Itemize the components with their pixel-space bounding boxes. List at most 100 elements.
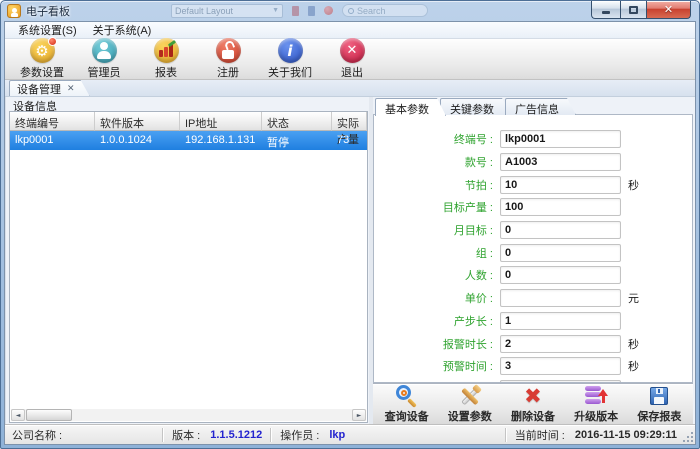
group-input[interactable] bbox=[500, 244, 621, 262]
ghost-layout-combo: Default Layout ▼ bbox=[171, 4, 283, 18]
device-info-panel: 设备信息 终端编号 软件版本 IP地址 状态 实际产量 lkp0001 1.0.… bbox=[5, 97, 369, 424]
status-separator bbox=[505, 428, 507, 442]
ghost-search-label: Search bbox=[357, 6, 386, 16]
tab-basic-params[interactable]: 基本参数 bbox=[375, 98, 446, 116]
minimize-icon bbox=[602, 11, 610, 14]
menu-bar: 系统设置(S) 关于系统(A) bbox=[5, 22, 695, 39]
search-icon bbox=[348, 8, 354, 14]
tab-ad-info[interactable]: 广告信息 bbox=[505, 98, 576, 115]
field-target-output: 目标产量 : bbox=[374, 196, 692, 219]
status-bar: 公司名称 : 版本 : 1.1.5.1212 操作员 : lkp 当前时间 : … bbox=[5, 424, 695, 444]
scrollbar-thumb[interactable] bbox=[26, 409, 72, 421]
ghost-layout-label: Default Layout bbox=[175, 5, 233, 17]
version-label: 版本 : bbox=[172, 427, 200, 443]
horizontal-scrollbar[interactable]: ◄ ► bbox=[11, 409, 366, 421]
table-row[interactable]: lkp0001 1.0.0.1024 192.168.1.131 暂停 73 bbox=[10, 131, 367, 150]
window-controls: ✕ bbox=[591, 1, 691, 19]
person-icon bbox=[92, 38, 117, 63]
toolbar: ⚙ 参数设置 管理员 报表 bbox=[5, 39, 695, 80]
monthly-target-input[interactable] bbox=[500, 221, 621, 239]
window-title: 电子看板 bbox=[26, 3, 70, 19]
warning-time-input[interactable] bbox=[500, 357, 621, 375]
menu-system-settings[interactable]: 系统设置(S) bbox=[11, 21, 84, 39]
toolbar-button-report[interactable]: 报表 bbox=[135, 40, 197, 79]
toolbar-button-param-settings[interactable]: ⚙ 参数设置 bbox=[11, 40, 73, 79]
col-status[interactable]: 状态 bbox=[262, 112, 332, 131]
menu-about-system[interactable]: 关于系统(A) bbox=[86, 21, 159, 39]
alarm-duration-input[interactable] bbox=[500, 335, 621, 353]
current-time-value: 2016-11-15 09:29:11 bbox=[575, 429, 677, 441]
exit-x-icon: ✕ bbox=[340, 38, 365, 63]
field-alarm-duration: 报警时长 : 秒 bbox=[374, 332, 692, 355]
col-software-version[interactable]: 软件版本 bbox=[95, 112, 180, 131]
unit-price-input[interactable] bbox=[500, 289, 621, 307]
field-people-count: 人数 : bbox=[374, 264, 692, 287]
upgrade-version-button[interactable]: 升级版本 bbox=[565, 385, 627, 423]
status-separator bbox=[270, 428, 272, 442]
ghost-search-box: Search bbox=[342, 4, 428, 17]
floppy-save-icon bbox=[647, 385, 671, 407]
bar-chart-icon bbox=[154, 38, 179, 63]
people-count-input[interactable] bbox=[500, 266, 621, 284]
gear-icon: ⚙ bbox=[30, 38, 55, 63]
table-header-row: 终端编号 软件版本 IP地址 状态 实际产量 bbox=[10, 112, 367, 131]
col-terminal-id[interactable]: 终端编号 bbox=[10, 112, 95, 131]
toolbar-button-register[interactable]: 注册 bbox=[197, 40, 259, 79]
tools-icon bbox=[458, 385, 482, 407]
delete-device-button[interactable]: ✖ 删除设备 bbox=[502, 385, 564, 423]
ghost-record-icon bbox=[324, 6, 333, 15]
tab-close-icon[interactable]: ✕ bbox=[67, 84, 75, 93]
action-bar: 查询设备 设置参数 ✖ 删除设备 bbox=[373, 383, 693, 424]
maximize-button[interactable] bbox=[620, 1, 647, 19]
client-area: 系统设置(S) 关于系统(A) ⚙ 参数设置 管理员 bbox=[4, 21, 696, 445]
document-tab-strip: 设备管理 ✕ bbox=[5, 80, 695, 97]
close-icon: ✕ bbox=[664, 3, 673, 16]
scroll-right-icon[interactable]: ► bbox=[352, 409, 366, 421]
toolbar-button-about-us[interactable]: i 关于我们 bbox=[259, 40, 321, 79]
style-number-input[interactable] bbox=[500, 153, 621, 171]
close-button[interactable]: ✕ bbox=[647, 1, 691, 19]
params-tab-strip: 基本参数 关键参数 广告信息 bbox=[373, 97, 693, 115]
tab-key-params[interactable]: 关键参数 bbox=[440, 98, 511, 115]
params-panel: 基本参数 关键参数 广告信息 终端号 : 款号 : bbox=[373, 97, 693, 424]
unlock-icon bbox=[216, 38, 241, 63]
delete-x-icon: ✖ bbox=[521, 385, 545, 407]
title-bar[interactable]: 电子看板 Default Layout ▼ Search ✕ bbox=[1, 1, 699, 21]
tab-label: 设备管理 bbox=[17, 81, 61, 97]
device-info-group-title: 设备信息 bbox=[6, 97, 369, 111]
field-group: 组 : bbox=[374, 241, 692, 264]
field-terminal-id: 终端号 : bbox=[374, 128, 692, 151]
upgrade-stack-icon bbox=[584, 385, 608, 407]
minimize-button[interactable] bbox=[591, 1, 620, 19]
status-separator bbox=[162, 428, 164, 442]
notification-badge bbox=[48, 37, 57, 46]
chevron-down-icon: ▼ bbox=[272, 5, 279, 17]
app-icon bbox=[7, 4, 21, 18]
set-params-button[interactable]: 设置参数 bbox=[439, 385, 501, 423]
query-device-button[interactable]: 查询设备 bbox=[376, 385, 438, 423]
field-warning-time: 预警时间 : 秒 bbox=[374, 355, 692, 378]
scroll-left-icon[interactable]: ◄ bbox=[11, 409, 25, 421]
params-form: 终端号 : 款号 : 节拍 : 秒 目标产 bbox=[373, 114, 693, 383]
ghost-flag-icon bbox=[292, 6, 299, 16]
resize-grip[interactable] bbox=[683, 432, 693, 442]
field-output-step: 产步长 : bbox=[374, 310, 692, 333]
target-output-input[interactable] bbox=[500, 198, 621, 216]
toolbar-button-admin[interactable]: 管理员 bbox=[73, 40, 135, 79]
field-style-number: 款号 : bbox=[374, 151, 692, 174]
takt-time-input[interactable] bbox=[500, 176, 621, 194]
save-report-button[interactable]: 保存报表 bbox=[628, 385, 690, 423]
maximize-icon bbox=[629, 6, 638, 14]
main-area: 设备信息 终端编号 软件版本 IP地址 状态 实际产量 lkp0001 1.0.… bbox=[5, 97, 695, 424]
search-device-icon bbox=[395, 385, 419, 407]
col-actual-output[interactable]: 实际产量 bbox=[332, 112, 367, 131]
output-step-input[interactable] bbox=[500, 312, 621, 330]
current-time-label: 当前时间 : bbox=[515, 427, 565, 443]
terminal-id-input[interactable] bbox=[500, 130, 621, 148]
col-ip-address[interactable]: IP地址 bbox=[180, 112, 262, 131]
app-window: 电子看板 Default Layout ▼ Search ✕ 系统设置(S) 关… bbox=[0, 0, 700, 449]
toolbar-button-exit[interactable]: ✕ 退出 bbox=[321, 40, 383, 79]
tab-device-management[interactable]: 设备管理 ✕ bbox=[9, 80, 90, 96]
version-value: 1.1.5.1212 bbox=[210, 429, 262, 441]
titlebar-ghost-overlay: Default Layout ▼ Search bbox=[171, 3, 428, 18]
